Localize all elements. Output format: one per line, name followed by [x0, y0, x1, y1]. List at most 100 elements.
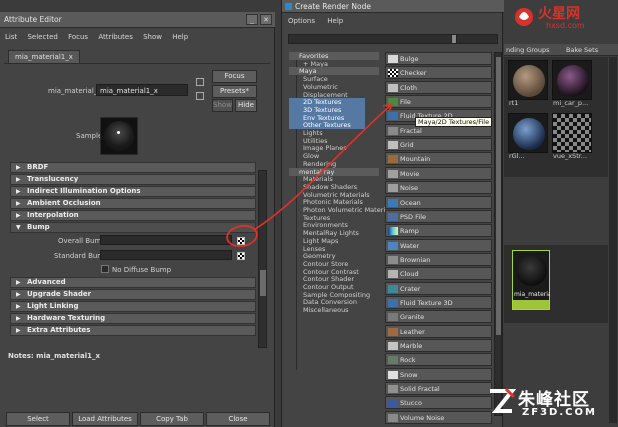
section-light-linking[interactable]: ▶ Light Linking: [10, 301, 256, 312]
node-button[interactable]: Leather: [385, 324, 492, 338]
node-button[interactable]: Movie: [385, 166, 492, 180]
presets-button[interactable]: Presets*: [212, 85, 257, 98]
copy-tab-button[interactable]: Copy Tab: [140, 412, 204, 426]
file-icon: [388, 98, 398, 107]
snow-icon: [388, 370, 398, 379]
close-button[interactable]: Close: [206, 412, 270, 426]
attribute-editor-window: Attribute Editor _ ✕ List Selected Focus…: [0, 12, 275, 427]
node-button[interactable]: Bulge: [385, 52, 492, 65]
node-button[interactable]: Snow: [385, 367, 492, 381]
grid-icon: [388, 141, 398, 150]
scrollbar-thumb[interactable]: [496, 57, 501, 335]
node-list-scrollbar[interactable]: ▼: [494, 52, 502, 416]
menu-attributes[interactable]: Attributes: [98, 33, 133, 41]
menu-help[interactable]: Help: [172, 33, 188, 41]
section-ambient-occlusion[interactable]: ▶ Ambient Occlusion: [10, 198, 256, 209]
section-interpolation[interactable]: ▶ Interpolation: [10, 210, 256, 221]
node-label: Solid Fractal: [400, 385, 440, 394]
hide-button[interactable]: Hide: [235, 99, 257, 112]
node-button[interactable]: Noise: [385, 181, 492, 195]
tab-shading-groups[interactable]: nding Groups: [506, 46, 550, 54]
tab-divider: [4, 63, 270, 64]
checker-icon: [388, 69, 398, 78]
node-button[interactable]: PSD File: [385, 209, 492, 223]
collapsed-arrow-icon: ▶: [16, 164, 21, 171]
menu-focus[interactable]: Focus: [68, 33, 88, 41]
tab-bake-sets[interactable]: Bake Sets: [566, 46, 598, 54]
node-button[interactable]: Crater: [385, 281, 492, 295]
hypershade-scrollbar[interactable]: [609, 57, 617, 423]
menu-show[interactable]: Show: [143, 33, 162, 41]
section-extra-attributes[interactable]: ▶ Extra Attributes: [10, 325, 256, 336]
select-button[interactable]: Select: [6, 412, 70, 426]
node-button[interactable]: Cloud: [385, 267, 492, 281]
node-button[interactable]: Volume Noise: [385, 410, 492, 424]
section-label: BRDF: [27, 163, 49, 171]
standard-bump-field[interactable]: [100, 250, 232, 260]
close-window-button[interactable]: ✕: [260, 14, 272, 25]
show-button[interactable]: Show: [212, 99, 233, 112]
material-swatch[interactable]: mi_car_p...: [552, 60, 592, 107]
node-label: Checker: [400, 69, 427, 78]
node-button[interactable]: Grid: [385, 138, 492, 152]
menu-help[interactable]: Help: [327, 17, 343, 25]
node-button[interactable]: Fluid Texture 3D: [385, 295, 492, 309]
map-button-overall-bump-icon[interactable]: [237, 237, 245, 245]
marble-icon: [388, 342, 398, 350]
node-tab[interactable]: mia_material1_x: [8, 50, 80, 64]
section-bump[interactable]: ▼ Bump: [10, 222, 256, 233]
node-button[interactable]: Mountain: [385, 152, 492, 166]
selected-material-node[interactable]: mia_material1_x: [512, 250, 550, 310]
input-connection-icon[interactable]: [196, 78, 204, 86]
attribute-scrollbar[interactable]: [258, 170, 267, 348]
section-label: Advanced: [27, 278, 66, 286]
node-button[interactable]: Checker: [385, 66, 492, 80]
node-button[interactable]: Rock: [385, 353, 492, 367]
node-button[interactable]: File: [385, 95, 492, 109]
zf3d-logo-icon: [490, 387, 516, 413]
menu-list[interactable]: List: [5, 33, 17, 41]
hxsd-watermark-sub: hxsd.com: [546, 21, 585, 30]
section-translucency[interactable]: ▶ Translucency: [10, 174, 256, 185]
load-attributes-button[interactable]: Load Attributes: [72, 412, 138, 426]
overall-bump-label: Overall Bump: [58, 237, 106, 245]
section-advanced[interactable]: ▶ Advanced: [10, 277, 256, 288]
node-label: Snow: [400, 370, 418, 379]
scrollbar-thumb[interactable]: [260, 270, 266, 296]
volume-noise-icon: [388, 413, 398, 422]
node-label: Ramp: [400, 227, 419, 236]
overall-bump-field[interactable]: [100, 235, 232, 245]
stucco-icon: [388, 399, 398, 408]
node-button[interactable]: Cloth: [385, 80, 492, 94]
node-button[interactable]: Ocean: [385, 195, 492, 209]
slider-knob[interactable]: [451, 34, 457, 44]
section-indirect-illumination[interactable]: ▶ Indirect Illumination Options: [10, 186, 256, 197]
collapsed-arrow-icon: ▶: [16, 188, 21, 195]
section-hardware-texturing[interactable]: ▶ Hardware Texturing: [10, 313, 256, 324]
node-name-field[interactable]: mia_material1_x: [96, 84, 188, 96]
menu-options[interactable]: Options: [288, 17, 315, 25]
node-button[interactable]: Ramp: [385, 224, 492, 238]
icon-size-slider[interactable]: [288, 34, 498, 44]
collapsed-arrow-icon: ▶: [16, 291, 21, 298]
node-button[interactable]: Solid Fractal: [385, 382, 492, 396]
notes-area[interactable]: Notes: mia_material1_x: [8, 352, 270, 416]
node-button[interactable]: Marble: [385, 339, 492, 352]
section-upgrade-shader[interactable]: ▶ Upgrade Shader: [10, 289, 256, 300]
focus-button[interactable]: Focus: [212, 70, 257, 83]
material-swatch[interactable]: vue_xStr...: [552, 113, 592, 160]
section-brdf[interactable]: ▶ BRDF: [10, 162, 256, 173]
map-button-standard-bump-icon[interactable]: [237, 252, 245, 260]
tree-item[interactable]: Miscellaneous: [289, 306, 349, 314]
material-swatch[interactable]: rt1: [508, 60, 548, 107]
node-button[interactable]: Brownian: [385, 252, 492, 266]
node-label: Bulge: [400, 55, 419, 63]
minimize-button[interactable]: _: [246, 14, 258, 25]
node-button[interactable]: Water: [385, 238, 492, 252]
node-button[interactable]: Stucco: [385, 396, 492, 410]
node-button[interactable]: Granite: [385, 310, 492, 324]
menu-selected[interactable]: Selected: [27, 33, 57, 41]
output-connection-icon[interactable]: [196, 92, 204, 100]
no-diffuse-bump-checkbox[interactable]: [101, 265, 109, 273]
material-swatch[interactable]: rGl...: [508, 113, 548, 160]
